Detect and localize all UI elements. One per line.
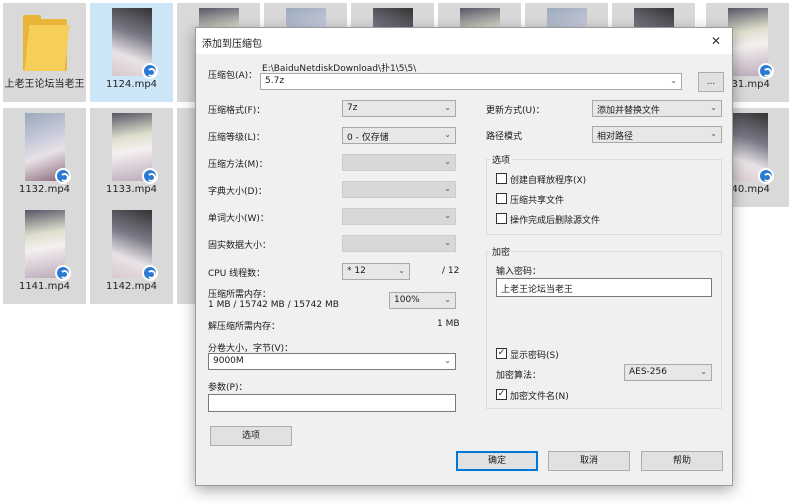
file-name: 1142.mp4: [105, 281, 158, 292]
close-icon[interactable]: ✕: [706, 32, 726, 50]
delete-after-checkbox[interactable]: [496, 213, 507, 224]
mem-percent-value: 100%: [394, 295, 420, 305]
solid-label: 固实数据大小：: [208, 241, 272, 251]
algo-label: 加密算法：: [496, 371, 542, 381]
add-to-archive-dialog: 添加到压缩包 ✕ 压缩包(A)： E:\BaiduNetdiskDownload…: [195, 27, 733, 486]
dict-label: 字典大小(D)：: [208, 187, 267, 197]
baidu-sync-icon: [142, 168, 158, 184]
file-name: 1124.mp4: [105, 79, 158, 90]
method-label: 压缩方法(M)：: [208, 160, 268, 170]
threads-value: * 12: [347, 266, 366, 276]
chevron-down-icon: ⌄: [444, 184, 451, 193]
update-value: 添加并替换文件: [597, 106, 661, 116]
baidu-sync-icon: [758, 63, 774, 79]
mem-compress-label: 压缩所需内存：: [208, 290, 272, 300]
cancel-button[interactable]: 取消: [548, 451, 630, 471]
dict-select: ⌄: [342, 181, 456, 198]
mem-decompress-label: 解压缩所需内存：: [208, 322, 281, 332]
options-group-label: 选项: [490, 153, 513, 166]
file-name: 1141.mp4: [18, 281, 71, 292]
path-mode-label: 路径模式: [486, 132, 523, 142]
encrypt-names-checkbox[interactable]: ✓: [496, 389, 507, 400]
sfx-label: 创建自释放程序(X): [510, 176, 587, 186]
desktop-file-item[interactable]: 1142.mp4: [90, 205, 173, 304]
split-combobox[interactable]: 9000M ⌄: [208, 353, 456, 370]
encrypt-names-label: 加密文件名(N): [510, 392, 569, 402]
archive-label: 压缩包(A)：: [208, 71, 258, 81]
algo-value: AES-256: [629, 367, 667, 377]
archive-name-combobox[interactable]: 5.7z ⌄: [260, 73, 682, 90]
chevron-down-icon: ⌄: [444, 295, 451, 304]
file-name: 1132.mp4: [18, 184, 71, 195]
desktop-file-item[interactable]: 1133.mp4: [90, 108, 173, 207]
chevron-down-icon: ⌄: [444, 130, 451, 139]
desktop-file-item[interactable]: 1124.mp4: [90, 3, 173, 102]
algo-select[interactable]: AES-256 ⌄: [624, 364, 712, 381]
mem-percent-select[interactable]: 100% ⌄: [389, 292, 456, 309]
desktop-file-item[interactable]: 1132.mp4: [3, 108, 86, 207]
format-value: 7z: [347, 103, 358, 113]
chevron-down-icon: ⌄: [710, 103, 717, 112]
chevron-down-icon: ⌄: [444, 157, 451, 166]
level-value: 0 - 仅存储: [347, 133, 389, 143]
chevron-down-icon: ⌄: [710, 129, 717, 138]
params-input[interactable]: [208, 394, 456, 412]
level-select[interactable]: 0 - 仅存储 ⌄: [342, 127, 456, 144]
archive-name-value: 5.7z: [265, 76, 285, 86]
baidu-sync-icon: [55, 265, 71, 281]
show-password-label: 显示密码(S): [510, 351, 559, 361]
chevron-down-icon: ⌄: [670, 76, 677, 85]
shared-files-label: 压缩共享文件: [510, 196, 565, 206]
method-select: ⌄: [342, 154, 456, 171]
dialog-titlebar: 添加到压缩包 ✕: [196, 28, 732, 54]
baidu-sync-icon: [55, 168, 71, 184]
threads-select[interactable]: * 12 ⌄: [342, 263, 410, 280]
word-select: ⌄: [342, 208, 456, 225]
delete-after-label: 操作完成后删除源文件: [510, 216, 601, 226]
chevron-down-icon: ⌄: [700, 367, 707, 376]
help-button[interactable]: 帮助: [641, 451, 723, 471]
encryption-group-label: 加密: [490, 245, 513, 258]
ok-button[interactable]: 确定: [456, 451, 538, 471]
folder-icon: [23, 13, 70, 71]
split-value: 9000M: [213, 356, 244, 366]
file-name: 上老王论坛当老王: [4, 79, 85, 90]
format-label: 压缩格式(F)：: [208, 106, 266, 116]
shared-files-checkbox[interactable]: [496, 193, 507, 204]
chevron-down-icon: ⌄: [444, 103, 451, 112]
mem-compress-detail: 1 MB / 15742 MB / 15742 MB: [208, 300, 339, 310]
dialog-title: 添加到压缩包: [202, 39, 262, 50]
update-select[interactable]: 添加并替换文件 ⌄: [592, 100, 722, 117]
update-label: 更新方式(U)：: [486, 106, 545, 116]
desktop-file-item[interactable]: 1141.mp4: [3, 205, 86, 304]
options-button[interactable]: 选项: [210, 426, 292, 446]
baidu-sync-icon: [758, 168, 774, 184]
baidu-sync-icon: [142, 265, 158, 281]
format-select[interactable]: 7z ⌄: [342, 100, 456, 117]
chevron-down-icon: ⌄: [398, 266, 405, 275]
threads-label: CPU 线程数：: [208, 269, 266, 279]
show-password-checkbox[interactable]: ✓: [496, 348, 507, 359]
password-label: 输入密码：: [496, 267, 542, 277]
params-label: 参数(P)：: [208, 383, 248, 393]
level-label: 压缩等级(L)：: [208, 133, 266, 143]
solid-select: ⌄: [342, 235, 456, 252]
desktop-folder-item[interactable]: 上老王论坛当老王: [3, 3, 86, 102]
sfx-checkbox[interactable]: [496, 173, 507, 184]
chevron-down-icon: ⌄: [444, 356, 451, 365]
password-input[interactable]: 上老王论坛当老王: [496, 278, 712, 297]
threads-max: / 12: [442, 266, 460, 276]
browse-button[interactable]: ...: [698, 72, 724, 92]
path-mode-value: 相对路径: [597, 132, 634, 142]
mem-decompress-value: 1 MB: [437, 319, 460, 329]
chevron-down-icon: ⌄: [444, 238, 451, 247]
path-mode-select[interactable]: 相对路径 ⌄: [592, 126, 722, 143]
word-label: 单词大小(W)：: [208, 214, 269, 224]
file-name: 1133.mp4: [105, 184, 158, 195]
baidu-sync-icon: [142, 63, 158, 79]
chevron-down-icon: ⌄: [444, 211, 451, 220]
